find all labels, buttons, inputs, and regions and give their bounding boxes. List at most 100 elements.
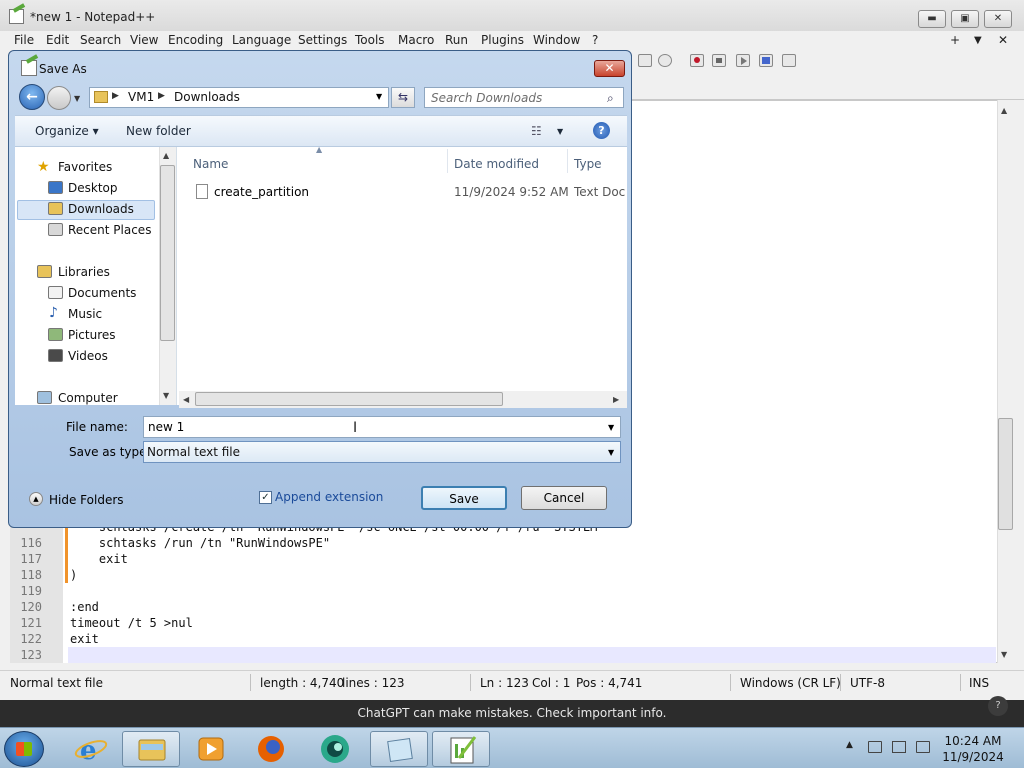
forward-button[interactable] <box>47 86 71 110</box>
nav-pane-scroll-thumb[interactable] <box>160 165 175 341</box>
app-5-icon[interactable] <box>306 731 364 767</box>
nav-pictures[interactable]: Pictures <box>68 328 116 342</box>
scroll-up-arrow-icon[interactable]: ▲ <box>163 151 169 160</box>
dialog-close-button[interactable]: ✕ <box>594 60 625 77</box>
cancel-button[interactable]: Cancel <box>521 486 607 510</box>
stop-recording-icon[interactable] <box>712 54 726 67</box>
file-explorer-icon[interactable] <box>122 731 180 767</box>
menu-search[interactable]: Search <box>80 33 121 47</box>
close-button[interactable]: ✕ <box>984 10 1012 28</box>
breadcrumb-arrow-icon[interactable]: ▶ <box>158 91 165 101</box>
record-macro-icon[interactable] <box>690 54 704 67</box>
menu-language[interactable]: Language <box>232 33 291 47</box>
organize-button[interactable]: Organize ▾ <box>35 124 99 138</box>
save-as-type-value: Normal text file <box>147 445 241 459</box>
refresh-icon: ⇆ <box>397 90 409 104</box>
menu-edit[interactable]: Edit <box>46 33 69 47</box>
menu-help[interactable]: ? <box>592 33 598 47</box>
view-dropdown-icon[interactable]: ▼ <box>557 127 563 136</box>
nav-documents[interactable]: Documents <box>68 286 136 300</box>
nav-videos[interactable]: Videos <box>68 349 108 363</box>
maximize-button[interactable]: ▣ <box>951 10 979 28</box>
nav-libraries[interactable]: Libraries <box>58 265 110 279</box>
search-input[interactable]: Search Downloads ⌕ <box>424 87 624 108</box>
editor-vertical-scrollbar[interactable]: ▲ ▼ <box>997 100 1014 663</box>
append-extension-checkbox[interactable]: ✓ <box>259 491 272 504</box>
file-name[interactable]: create_partition <box>214 185 309 199</box>
code-line[interactable]: exit <box>70 552 128 566</box>
new-folder-button[interactable]: New folder <box>126 124 191 138</box>
scroll-up-arrow-icon[interactable]: ▲ <box>1001 106 1007 115</box>
print-icon[interactable] <box>638 54 652 67</box>
run-multiple-macro-icon[interactable] <box>759 54 773 67</box>
action-center-icon[interactable] <box>868 741 882 753</box>
nav-computer[interactable]: Computer <box>58 391 118 405</box>
scroll-down-arrow-icon[interactable]: ▼ <box>163 391 169 400</box>
scroll-down-arrow-icon[interactable]: ▼ <box>1001 650 1007 659</box>
menu-view[interactable]: View <box>130 33 158 47</box>
column-header-type[interactable]: Type <box>574 157 602 171</box>
code-line[interactable]: :end <box>70 600 99 614</box>
internet-explorer-icon[interactable]: e <box>62 731 120 767</box>
menu-run[interactable]: Run <box>445 33 468 47</box>
collapse-up-icon: ▲ <box>29 492 43 506</box>
help-icon[interactable]: ? <box>593 122 610 139</box>
volume-muted-icon[interactable] <box>916 741 930 753</box>
firefox-icon[interactable] <box>242 731 300 767</box>
menu-tools[interactable]: Tools <box>355 33 385 47</box>
recent-locations-dropdown-icon[interactable]: ▼ <box>74 94 80 103</box>
menu-file[interactable]: File <box>14 33 34 47</box>
address-bar[interactable]: ▶ VM1 ▶ Downloads ▼ <box>89 87 389 108</box>
scroll-right-arrow-icon[interactable]: ▶ <box>613 395 619 404</box>
breadcrumb-arrow-icon[interactable]: ▶ <box>112 91 119 101</box>
menu-macro[interactable]: Macro <box>398 33 434 47</box>
close-tab-button[interactable]: ✕ <box>998 33 1008 47</box>
menu-settings[interactable]: Settings <box>298 33 347 47</box>
file-list-scroll-thumb[interactable] <box>195 392 503 406</box>
minimize-button[interactable]: ▬ <box>918 10 946 28</box>
menu-window[interactable]: Window <box>533 33 580 47</box>
help-icon[interactable]: ? <box>988 696 1008 716</box>
scroll-left-arrow-icon[interactable]: ◀ <box>183 395 189 404</box>
editor-scroll-thumb[interactable] <box>998 418 1013 530</box>
menu-encoding[interactable]: Encoding <box>168 33 223 47</box>
column-divider[interactable] <box>567 149 568 173</box>
back-button[interactable]: ← <box>19 84 45 110</box>
media-player-icon[interactable] <box>182 731 240 767</box>
start-button[interactable] <box>4 731 44 767</box>
system-clock[interactable]: 10:24 AM 11/9/2024 <box>930 733 1016 765</box>
file-name-dropdown-icon[interactable]: ▼ <box>608 423 614 432</box>
new-tab-button[interactable]: + <box>950 33 960 47</box>
nav-desktop[interactable]: Desktop <box>68 181 118 195</box>
breadcrumb-downloads[interactable]: Downloads <box>174 90 240 104</box>
app-6-icon[interactable] <box>370 731 428 767</box>
breadcrumb-vm1[interactable]: VM1 <box>128 90 154 104</box>
save-as-type-select[interactable]: Normal text file ▼ <box>143 441 621 463</box>
column-header-name[interactable]: Name <box>193 157 228 171</box>
nav-downloads[interactable]: Downloads <box>68 202 134 216</box>
column-header-date-modified[interactable]: Date modified <box>454 157 539 171</box>
nav-favorites[interactable]: Favorites <box>58 160 112 174</box>
file-name-input[interactable]: new 1 ▼ <box>143 416 621 438</box>
nav-recent-places[interactable]: Recent Places <box>68 223 151 237</box>
flag-icon[interactable] <box>892 741 906 753</box>
code-line[interactable]: exit <box>70 632 99 646</box>
append-extension-label[interactable]: Append extension <box>275 490 383 504</box>
notepad-plus-plus-icon[interactable] <box>432 731 490 767</box>
playback-icon[interactable] <box>736 54 750 67</box>
save-macro-icon[interactable] <box>782 54 796 67</box>
code-line[interactable]: ) <box>70 568 77 582</box>
chat-icon[interactable] <box>658 54 672 67</box>
show-hidden-icons-icon[interactable]: ▲ <box>846 740 853 750</box>
column-divider[interactable] <box>447 149 448 173</box>
save-button[interactable]: Save <box>421 486 507 510</box>
code-line[interactable]: schtasks /run /tn "RunWindowsPE" <box>70 536 330 550</box>
save-as-type-dropdown-icon[interactable]: ▼ <box>608 448 614 457</box>
refresh-button[interactable]: ⇆ <box>391 87 415 108</box>
code-line[interactable]: timeout /t 5 >nul <box>70 616 193 630</box>
tab-list-button[interactable]: ▼ <box>974 35 982 46</box>
address-dropdown-icon[interactable]: ▼ <box>376 92 382 101</box>
nav-music[interactable]: Music <box>68 307 102 321</box>
menu-plugins[interactable]: Plugins <box>481 33 524 47</box>
view-options-icon[interactable]: ☷ <box>531 124 542 138</box>
